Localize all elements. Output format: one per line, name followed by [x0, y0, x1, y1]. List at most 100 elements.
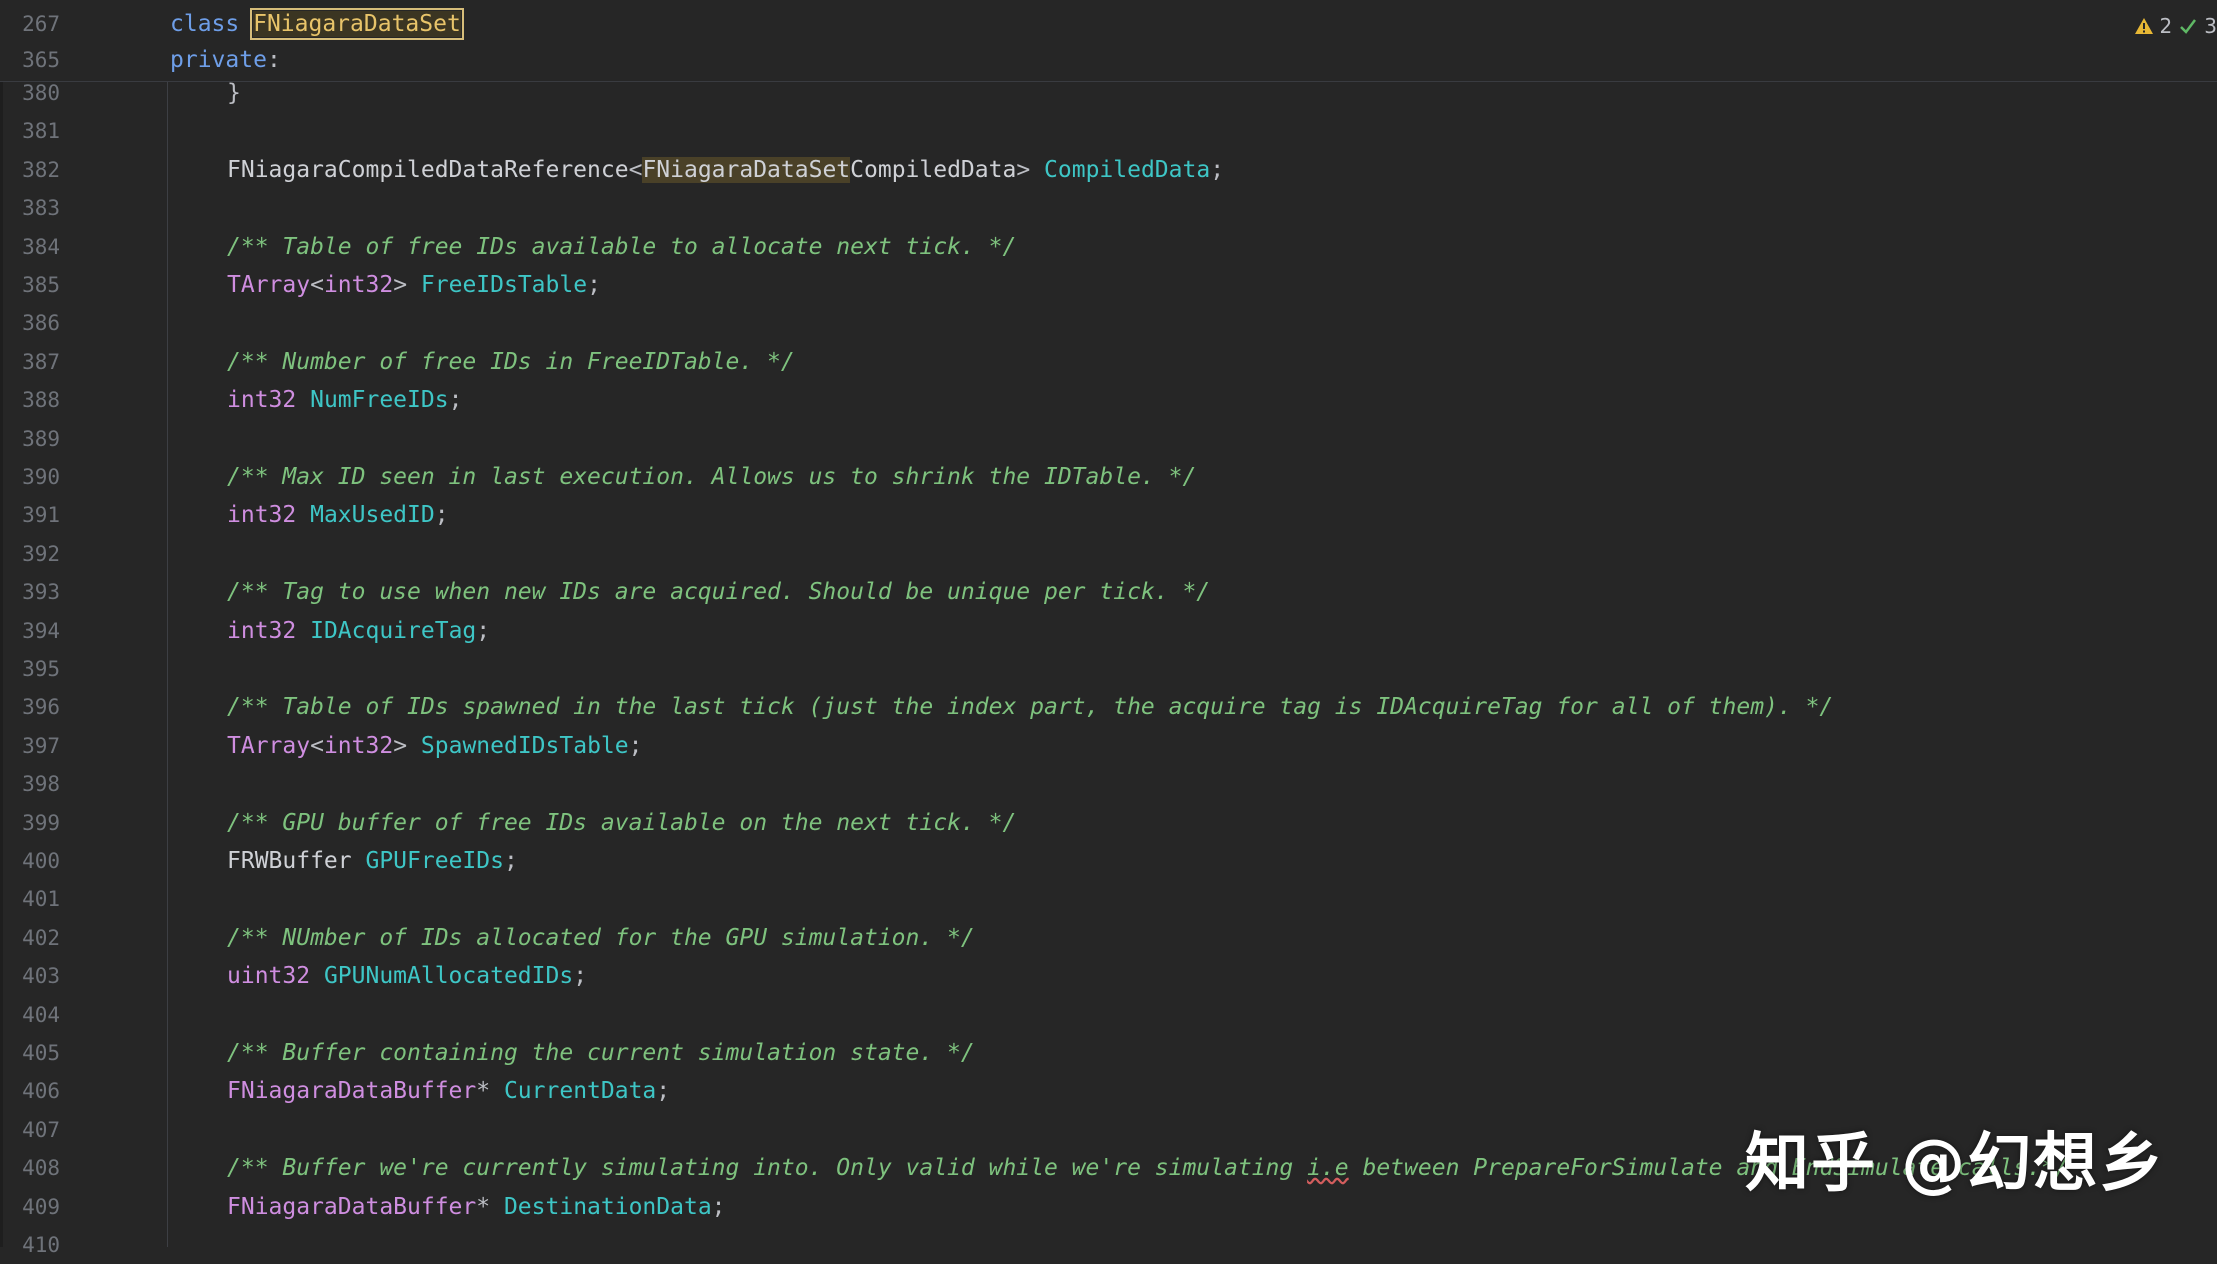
line-number[interactable]: 398: [0, 765, 60, 803]
sticky-line[interactable]: 365 private:: [0, 41, 2217, 79]
code-line[interactable]: 393 /** Tag to use when new IDs are acqui…: [0, 573, 2217, 611]
code-text[interactable]: /** GPU buffer of free IDs available on …: [227, 804, 1016, 842]
line-number[interactable]: 400: [0, 842, 60, 880]
code-line[interactable]: 390 /** Max ID seen in last execution. Al…: [0, 458, 2217, 496]
code-line[interactable]: 383: [0, 189, 2217, 227]
code-token: private: [170, 47, 267, 73]
line-number[interactable]: 407: [0, 1111, 60, 1149]
line-number[interactable]: 385: [0, 266, 60, 304]
code-line[interactable]: 399 /** GPU buffer of free IDs available …: [0, 804, 2217, 842]
code-text[interactable]: class FNiagaraDataSet: [170, 5, 464, 43]
code-text[interactable]: int32 NumFreeIDs;: [227, 381, 462, 419]
line-number[interactable]: 383: [0, 189, 60, 227]
code-text[interactable]: /** Buffer containing the current simula…: [227, 1034, 975, 1072]
line-number[interactable]: 392: [0, 535, 60, 573]
line-number[interactable]: 401: [0, 880, 60, 918]
code-text[interactable]: FRWBuffer GPUFreeIDs;: [227, 842, 518, 880]
code-line[interactable]: 388 int32 NumFreeIDs;: [0, 381, 2217, 419]
line-number[interactable]: 390: [0, 458, 60, 496]
code-line[interactable]: 381: [0, 112, 2217, 150]
line-number[interactable]: 408: [0, 1149, 60, 1187]
line-number[interactable]: 365: [0, 41, 60, 79]
code-token: CompiledData: [850, 156, 1017, 183]
line-number[interactable]: 406: [0, 1072, 60, 1110]
code-token: class: [170, 11, 254, 37]
code-line[interactable]: 401: [0, 880, 2217, 918]
line-number[interactable]: 386: [0, 304, 60, 342]
code-text[interactable]: /** Table of IDs spawned in the last tic…: [227, 688, 1833, 726]
line-number[interactable]: 395: [0, 650, 60, 688]
line-number[interactable]: 381: [0, 112, 60, 150]
code-text[interactable]: /** NUmber of IDs allocated for the GPU …: [227, 919, 975, 957]
line-number[interactable]: 267: [0, 5, 60, 43]
code-token: >: [1016, 156, 1045, 183]
code-line[interactable]: 396 /** Table of IDs spawned in the last …: [0, 688, 2217, 726]
code-token: int32: [323, 272, 394, 298]
sticky-scope-header[interactable]: 267 class FNiagaraDataSet 365 private:: [0, 0, 2217, 82]
line-number[interactable]: 391: [0, 496, 60, 534]
code-line[interactable]: 392: [0, 535, 2217, 573]
code-line[interactable]: 382 FNiagaraCompiledDataReference<FNiagar…: [0, 151, 2217, 189]
inspection-widget[interactable]: 2 3: [2134, 8, 2217, 44]
code-line[interactable]: 389: [0, 420, 2217, 458]
line-number[interactable]: 387: [0, 343, 60, 381]
code-text[interactable]: int32 MaxUsedID;: [227, 496, 449, 534]
code-text[interactable]: /** Table of free IDs available to alloc…: [227, 228, 1016, 266]
sticky-line[interactable]: 267 class FNiagaraDataSet: [0, 5, 2217, 43]
line-number[interactable]: 409: [0, 1188, 60, 1226]
code-line[interactable]: 402 /** NUmber of IDs allocated for the G…: [0, 919, 2217, 957]
line-number[interactable]: 389: [0, 420, 60, 458]
code-editor[interactable]: 267 class FNiagaraDataSet 365 private: 2 3 …: [0, 0, 2217, 1257]
code-text[interactable]: TArray<int32> FreeIDsTable;: [227, 266, 601, 304]
line-number[interactable]: 397: [0, 727, 60, 765]
code-text[interactable]: /** Tag to use when new IDs are acquired…: [227, 573, 1210, 611]
code-line[interactable]: 400 FRWBuffer GPUFreeIDs;: [0, 842, 2217, 880]
code-token: ;: [448, 387, 463, 414]
line-number[interactable]: 396: [0, 688, 60, 726]
line-number[interactable]: 382: [0, 151, 60, 189]
code-text[interactable]: int32 IDAcquireTag;: [227, 612, 490, 650]
code-line[interactable]: 398: [0, 765, 2217, 803]
code-line[interactable]: 403 uint32 GPUNumAllocatedIDs;: [0, 957, 2217, 995]
code-line[interactable]: 384 /** Table of free IDs available to al…: [0, 228, 2217, 266]
line-number[interactable]: 393: [0, 573, 60, 611]
code-text[interactable]: /** Number of free IDs in FreeIDTable. *…: [227, 343, 795, 381]
code-token: FreeIDsTable: [420, 272, 588, 298]
line-number[interactable]: 384: [0, 228, 60, 266]
warning-icon: [2134, 18, 2153, 34]
line-number[interactable]: 410: [0, 1226, 60, 1264]
code-line[interactable]: 387 /** Number of free IDs in FreeIDTable…: [0, 343, 2217, 381]
line-number[interactable]: 404: [0, 996, 60, 1034]
line-number[interactable]: 388: [0, 381, 60, 419]
code-token: FNiagaraDataSet: [250, 8, 464, 40]
line-number[interactable]: 405: [0, 1034, 60, 1072]
code-token: >: [393, 732, 421, 759]
code-line[interactable]: 410: [0, 1226, 2217, 1264]
code-text[interactable]: uint32 GPUNumAllocatedIDs;: [227, 957, 587, 995]
code-text[interactable]: private:: [170, 41, 281, 79]
code-token: ;: [476, 617, 491, 644]
code-line[interactable]: 406 FNiagaraDataBuffer* CurrentData;: [0, 1072, 2217, 1110]
code-line[interactable]: 397 TArray<int32> SpawnedIDsTable;: [0, 727, 2217, 765]
code-line[interactable]: 394 int32 IDAcquireTag;: [0, 612, 2217, 650]
code-line[interactable]: 405 /** Buffer containing the current sim…: [0, 1034, 2217, 1072]
code-line[interactable]: 391 int32 MaxUsedID;: [0, 496, 2217, 534]
code-text[interactable]: FNiagaraCompiledDataReference<FNiagaraDa…: [227, 151, 1224, 189]
code-text[interactable]: FNiagaraDataBuffer* DestinationData;: [227, 1188, 726, 1226]
code-text[interactable]: /** Max ID seen in last execution. Allow…: [227, 458, 1196, 496]
code-token: }: [227, 80, 241, 106]
code-token: MaxUsedID: [310, 502, 435, 529]
code-text[interactable]: FNiagaraDataBuffer* CurrentData;: [227, 1072, 670, 1110]
code-line[interactable]: 395: [0, 650, 2217, 688]
code-token: ;: [573, 963, 588, 990]
line-number[interactable]: 399: [0, 804, 60, 842]
code-line[interactable]: 386: [0, 304, 2217, 342]
code-token: FNiagaraDataSet: [642, 156, 851, 183]
code-text[interactable]: TArray<int32> SpawnedIDsTable;: [227, 727, 642, 765]
line-number[interactable]: 394: [0, 612, 60, 650]
code-line[interactable]: 404: [0, 996, 2217, 1034]
code-line[interactable]: 385 TArray<int32> FreeIDsTable;: [0, 266, 2217, 304]
line-number[interactable]: 402: [0, 919, 60, 957]
line-number[interactable]: 403: [0, 957, 60, 995]
code-token: /** Buffer we're currently simulating in…: [227, 1155, 1308, 1182]
